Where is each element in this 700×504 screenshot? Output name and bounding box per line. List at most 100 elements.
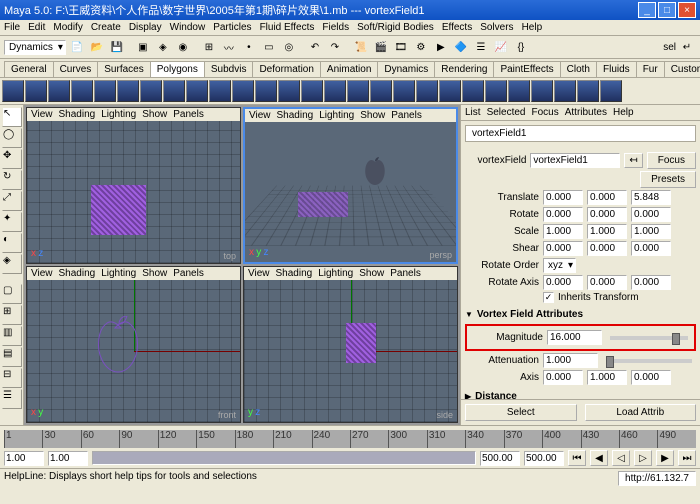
vp-menu-view[interactable]: View <box>248 268 270 279</box>
tab-general[interactable]: General <box>4 61 54 77</box>
tab-animation[interactable]: Animation <box>320 61 378 77</box>
vp-menu-show[interactable]: Show <box>359 268 384 279</box>
shear-x-input[interactable] <box>543 241 583 256</box>
vp-menu-lighting[interactable]: Lighting <box>101 268 136 279</box>
redo-icon[interactable]: ↷ <box>326 38 344 56</box>
rotate-axis-y-input[interactable] <box>587 275 627 290</box>
menu-fields[interactable]: Fields <box>322 22 349 33</box>
menu-effects[interactable]: Effects <box>442 22 472 33</box>
vp-menu-lighting[interactable]: Lighting <box>318 268 353 279</box>
menu-soft-rigid[interactable]: Soft/Rigid Bodies <box>357 22 434 33</box>
viewport-persp[interactable]: View Shading Lighting Show Panels x y z … <box>243 107 458 264</box>
shelf-polycube-icon[interactable] <box>2 80 24 102</box>
shelf-booleans-icon[interactable] <box>324 80 346 102</box>
vp-menu-show[interactable]: Show <box>142 109 167 120</box>
menu-particles[interactable]: Particles <box>213 22 251 33</box>
layout-single-icon[interactable]: ▢ <box>2 284 22 304</box>
rotate-order-dropdown[interactable]: xyz <box>543 258 576 273</box>
vp-menu-shading[interactable]: Shading <box>276 268 313 279</box>
minimize-button[interactable]: _ <box>638 2 656 18</box>
shelf-wedge-icon[interactable] <box>577 80 599 102</box>
rotate-z-input[interactable] <box>631 207 671 222</box>
menu-solvers[interactable]: Solvers <box>480 22 513 33</box>
playback-start-input[interactable] <box>4 451 44 466</box>
viewport-side[interactable]: View Shading Lighting Show Panels y z si… <box>243 266 458 423</box>
shelf-polyprism-icon[interactable] <box>140 80 162 102</box>
range-bar[interactable] <box>92 451 476 465</box>
snap-plane-icon[interactable]: ▭ <box>260 38 278 56</box>
pick-focus-icon[interactable]: ↤ <box>624 153 642 168</box>
rotate-axis-z-input[interactable] <box>631 275 671 290</box>
load-attributes-button[interactable]: Load Attrib <box>585 404 697 421</box>
shelf-extract-icon[interactable] <box>301 80 323 102</box>
rotate-x-input[interactable] <box>543 207 583 222</box>
shelf-polysoccer-icon[interactable] <box>232 80 254 102</box>
snap-curve-icon[interactable]: 〰 <box>220 38 238 56</box>
rotate-tool-icon[interactable]: ↻ <box>2 170 22 190</box>
shelf-polypyramid-icon[interactable] <box>163 80 185 102</box>
tab-surfaces[interactable]: Surfaces <box>97 61 150 77</box>
tab-custom[interactable]: Custom <box>664 61 700 77</box>
attenuation-slider[interactable] <box>606 359 692 363</box>
viewport-top-canvas[interactable]: x z top <box>27 121 240 263</box>
fast-forward-icon[interactable]: ⏭ <box>678 450 696 466</box>
outliner-icon[interactable]: ☰ <box>472 38 490 56</box>
script-editor-icon[interactable]: {} <box>512 38 530 56</box>
manip-tool-icon[interactable]: ✦ <box>2 212 22 232</box>
tab-subdivs[interactable]: Subdvis <box>204 61 254 77</box>
select-by-component-icon[interactable]: ◉ <box>174 38 192 56</box>
layout-two-side-icon[interactable]: ▥ <box>2 326 22 346</box>
viewport-persp-canvas[interactable]: x y z persp <box>245 122 456 262</box>
shelf-polycone-icon[interactable] <box>71 80 93 102</box>
menu-file[interactable]: File <box>4 22 20 33</box>
vp-menu-panels[interactable]: Panels <box>173 268 204 279</box>
shelf-extrude-icon[interactable] <box>370 80 392 102</box>
render-icon[interactable]: 🎬 <box>372 38 390 56</box>
shelf-cut-icon[interactable] <box>485 80 507 102</box>
shear-z-input[interactable] <box>631 241 671 256</box>
layout-outliner-icon[interactable]: ☰ <box>2 389 22 409</box>
tab-curves[interactable]: Curves <box>53 61 99 77</box>
inherits-checkbox[interactable]: ✓ <box>543 292 554 303</box>
vp-menu-lighting[interactable]: Lighting <box>319 110 354 121</box>
soft-mod-tool-icon[interactable]: ◐ <box>2 233 22 253</box>
viewport-side-canvas[interactable]: y z side <box>244 280 457 422</box>
undo-icon[interactable]: ↶ <box>306 38 324 56</box>
render-globals-icon[interactable]: ⚙ <box>412 38 430 56</box>
vortex-section-header[interactable]: Vortex Field Attributes <box>465 307 696 322</box>
shelf-polysphere-icon[interactable] <box>25 80 47 102</box>
axis-x-input[interactable] <box>543 370 583 385</box>
rotate-y-input[interactable] <box>587 207 627 222</box>
play-forward-icon[interactable]: ▷ <box>634 450 652 466</box>
new-scene-icon[interactable]: 📄 <box>68 38 86 56</box>
vp-menu-show[interactable]: Show <box>360 110 385 121</box>
shelf-polyplane-icon[interactable] <box>94 80 116 102</box>
shelf-polypipe-icon[interactable] <box>186 80 208 102</box>
range-start-input[interactable] <box>48 451 88 466</box>
vp-menu-panels[interactable]: Panels <box>390 268 421 279</box>
tab-polygons[interactable]: Polygons <box>150 61 205 77</box>
viewport-front-canvas[interactable]: x y front <box>27 280 240 422</box>
scale-x-input[interactable] <box>543 224 583 239</box>
ae-menu-help[interactable]: Help <box>613 107 634 118</box>
menu-create[interactable]: Create <box>91 22 121 33</box>
vp-menu-view[interactable]: View <box>31 268 53 279</box>
shelf-collapse-icon[interactable] <box>531 80 553 102</box>
ipr-render-icon[interactable]: 🎞 <box>392 38 410 56</box>
axis-z-input[interactable] <box>631 370 671 385</box>
maximize-button[interactable]: □ <box>658 2 676 18</box>
vp-menu-show[interactable]: Show <box>142 268 167 279</box>
tab-cloth[interactable]: Cloth <box>560 61 597 77</box>
select-by-hierarchy-icon[interactable]: ▣ <box>134 38 152 56</box>
tab-deformation[interactable]: Deformation <box>252 61 320 77</box>
playback-end-input[interactable] <box>524 451 564 466</box>
translate-z-input[interactable] <box>631 190 671 205</box>
vp-menu-panels[interactable]: Panels <box>391 110 422 121</box>
focus-button[interactable]: Focus <box>647 152 696 169</box>
menu-window[interactable]: Window <box>170 22 206 33</box>
hypershade-icon[interactable]: 🔷 <box>452 38 470 56</box>
tab-dynamics[interactable]: Dynamics <box>377 61 435 77</box>
show-manip-icon[interactable]: ◈ <box>2 254 22 274</box>
ae-menu-list[interactable]: List <box>465 107 481 118</box>
range-end-input[interactable] <box>480 451 520 466</box>
